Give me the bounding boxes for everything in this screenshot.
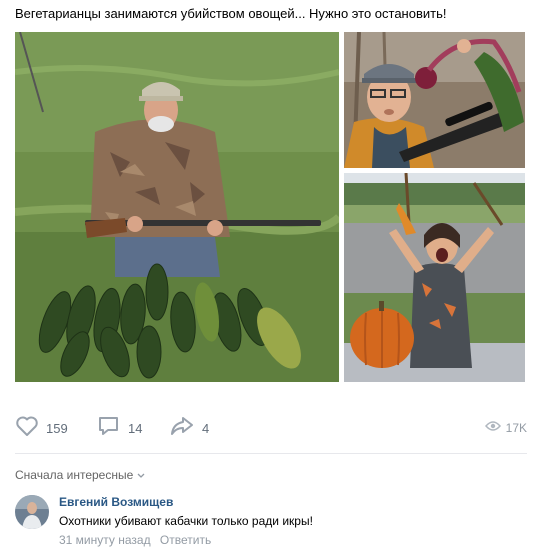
chevron-down-icon bbox=[137, 468, 145, 482]
comment-author[interactable]: Евгений Возмищев bbox=[59, 495, 173, 509]
eye-icon bbox=[484, 419, 501, 437]
comment-meta: 31 минуту назад Ответить bbox=[59, 533, 211, 547]
post-actions: 159 14 4 17K bbox=[15, 412, 527, 444]
comment-button[interactable]: 14 bbox=[97, 412, 142, 444]
reply-button[interactable]: Ответить bbox=[160, 533, 211, 547]
share-count: 4 bbox=[202, 420, 210, 436]
comment-time[interactable]: 31 минуту назад bbox=[59, 533, 151, 547]
views-count: 17K bbox=[505, 421, 527, 435]
heart-icon bbox=[15, 415, 39, 442]
divider bbox=[15, 453, 527, 454]
share-icon bbox=[169, 415, 195, 442]
sort-label: Сначала интересные bbox=[15, 468, 134, 482]
post-photo-hunter-zucchini[interactable] bbox=[15, 32, 339, 382]
avatar[interactable] bbox=[15, 495, 49, 529]
views-counter: 17K bbox=[484, 412, 527, 444]
comments-sort-dropdown[interactable]: Сначала интересные bbox=[15, 468, 145, 482]
post-photo-girl-pumpkin[interactable] bbox=[344, 173, 525, 382]
share-button[interactable]: 4 bbox=[169, 412, 209, 444]
post-text: Вегетарианцы занимаются убийством овощей… bbox=[15, 6, 447, 21]
comment-text: Охотники убивают кабачки только ради икр… bbox=[59, 514, 313, 528]
comment-count: 14 bbox=[128, 420, 143, 436]
post-photo-rifle-beets[interactable] bbox=[344, 32, 525, 168]
like-button[interactable]: 159 bbox=[15, 412, 68, 444]
like-count: 159 bbox=[46, 420, 68, 436]
comment-icon bbox=[97, 415, 121, 442]
